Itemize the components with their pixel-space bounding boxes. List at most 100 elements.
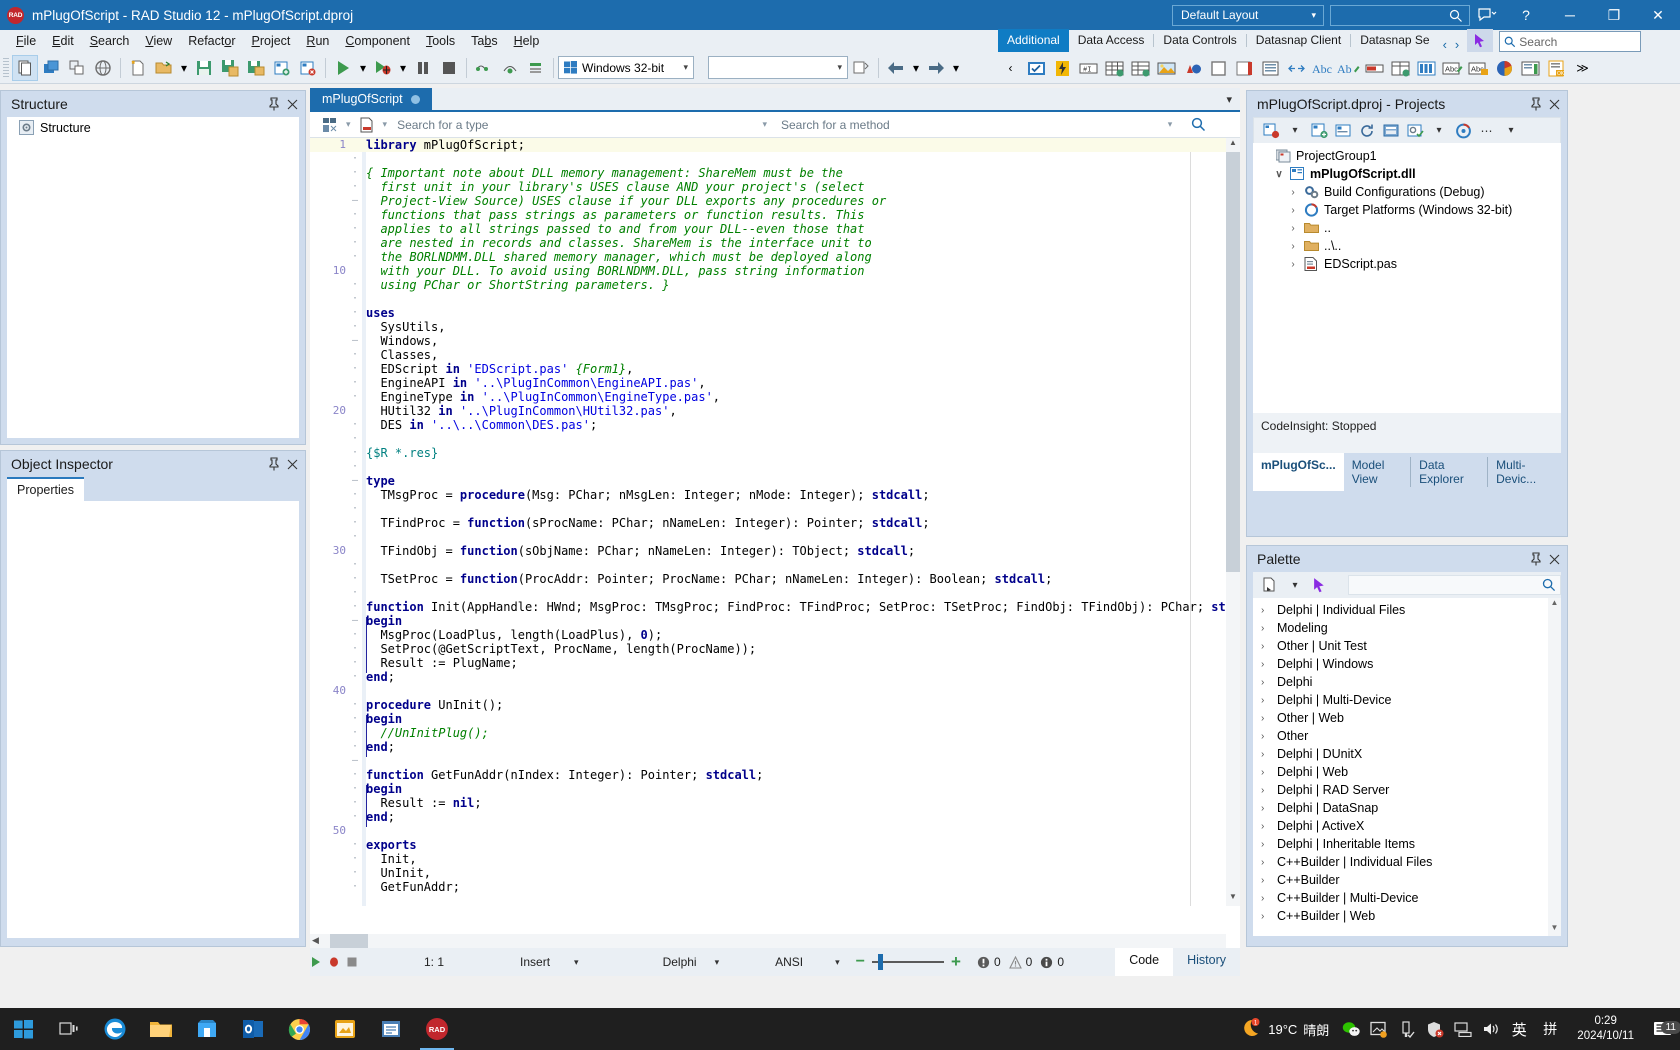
fold-marker[interactable]: ·: [350, 642, 360, 656]
tab-mplugofscript-project[interactable]: mPlugOfSc...: [1253, 453, 1344, 491]
fold-marker[interactable]: ·: [350, 348, 360, 362]
code-line[interactable]: · TFindProc = function(sProcName: PChar;…: [310, 516, 1240, 530]
browser-icon[interactable]: [90, 55, 116, 81]
hint-count-group[interactable]: 0: [1036, 955, 1068, 969]
chevron-right-icon[interactable]: ›: [1261, 641, 1271, 652]
chevron-down-icon[interactable]: ▾: [949, 55, 963, 81]
fold-marker[interactable]: ·: [350, 460, 360, 474]
new-file-icon[interactable]: [125, 55, 151, 81]
pin-icon[interactable]: [265, 454, 283, 474]
staticext-component-icon[interactable]: Abc: [1310, 56, 1335, 80]
fold-marker[interactable]: ·: [350, 838, 360, 852]
palette-category-item[interactable]: ›Delphi | Web: [1253, 763, 1561, 781]
code-line[interactable]: · first unit in your library's USES clau…: [310, 180, 1240, 194]
chevron-down-icon[interactable]: ▾: [344, 119, 353, 130]
buttongroup-component-icon[interactable]: OK: [1544, 56, 1569, 80]
close-button[interactable]: ✕: [1636, 0, 1680, 30]
security-tray-icon[interactable]: [1421, 1008, 1449, 1050]
fold-marker[interactable]: ·: [350, 866, 360, 880]
code-line[interactable]: · EDScript in 'EDScript.pas' {Form1},: [310, 362, 1240, 376]
fold-marker[interactable]: ·: [350, 306, 360, 320]
chevron-right-icon[interactable]: ›: [1287, 241, 1299, 252]
palette-category-item[interactable]: ›Delphi | ActiveX: [1253, 817, 1561, 835]
chevron-down-icon[interactable]: ▾: [760, 119, 769, 130]
menu-tabs[interactable]: Tabs: [463, 32, 505, 50]
fold-marker[interactable]: ·: [350, 558, 360, 572]
code-line[interactable]: ·procedure UnInit();: [310, 698, 1240, 712]
chevron-down-icon[interactable]: ▾: [1500, 120, 1522, 142]
feedback-icon[interactable]: [1470, 0, 1504, 30]
chevron-right-icon[interactable]: ›: [1287, 187, 1299, 198]
more-components-icon[interactable]: ≫: [1570, 56, 1595, 80]
fold-marker[interactable]: ·: [350, 698, 360, 712]
fold-marker[interactable]: ·: [350, 418, 360, 432]
taskbar-app-icon[interactable]: [322, 1008, 368, 1050]
chevron-down-icon[interactable]: ▾: [1284, 120, 1306, 142]
taskbar-chrome-icon[interactable]: [276, 1008, 322, 1050]
editor-vertical-scrollbar[interactable]: ▲ ▼: [1226, 138, 1240, 906]
platform-selector[interactable]: Windows 32-bit ▾: [558, 56, 694, 79]
chevron-right-icon[interactable]: ›: [1261, 803, 1271, 814]
menu-component[interactable]: Component: [337, 32, 418, 50]
chevron-down-icon[interactable]: ▾: [1428, 120, 1450, 142]
palette-filter-input[interactable]: [1348, 575, 1561, 595]
taskbar-editor-icon[interactable]: [368, 1008, 414, 1050]
target-platform-icon[interactable]: [1452, 120, 1474, 142]
code-line[interactable]: · Result := nil;: [310, 796, 1240, 810]
code-line[interactable]: 10 with your DLL. To avoid using BORLNDM…: [310, 264, 1240, 278]
editor-horizontal-scrollbar[interactable]: ◀: [310, 934, 1226, 948]
menu-search[interactable]: Search: [82, 32, 138, 50]
code-line[interactable]: ·: [310, 460, 1240, 474]
palette-tab-data-access[interactable]: Data Access: [1069, 29, 1154, 52]
project-tree-item[interactable]: ›EDScript.pas: [1253, 255, 1561, 273]
fold-marker[interactable]: ·: [350, 488, 360, 502]
search-icon[interactable]: [1188, 115, 1208, 135]
project-tree-item[interactable]: ›..\..: [1253, 237, 1561, 255]
project-tree-item[interactable]: ›..: [1253, 219, 1561, 237]
structure-root-item[interactable]: Structure: [7, 117, 299, 138]
fold-marker[interactable]: –: [350, 754, 360, 768]
code-line[interactable]: ·end;: [310, 740, 1240, 754]
code-line[interactable]: · Init,: [310, 852, 1240, 866]
projects-tree[interactable]: ProjectGroup1∨mPlugOfScript.dll›Build Co…: [1253, 143, 1561, 413]
palette-category-item[interactable]: ›Delphi | Windows: [1253, 655, 1561, 673]
fold-marker[interactable]: ·: [350, 152, 360, 166]
fold-marker[interactable]: ·: [350, 782, 360, 796]
ime-mode-indicator[interactable]: 拼: [1533, 1008, 1567, 1050]
chevron-down-icon[interactable]: ▾: [835, 957, 840, 968]
maskedit-component-icon[interactable]: #I: [1076, 56, 1101, 80]
fold-marker[interactable]: –: [350, 194, 360, 208]
fold-marker[interactable]: ·: [350, 516, 360, 530]
class-browser-icon[interactable]: [320, 115, 340, 135]
chevron-down-icon[interactable]: ▾: [1284, 574, 1306, 596]
chevron-right-icon[interactable]: ›: [1261, 677, 1271, 688]
palette-category-item[interactable]: ›Modeling: [1253, 619, 1561, 637]
code-line[interactable]: · EngineType in '..\PlugInCommon\EngineT…: [310, 390, 1240, 404]
tab-properties[interactable]: Properties: [7, 477, 84, 501]
code-line[interactable]: ·begin: [310, 712, 1240, 726]
code-line[interactable]: 1library mPlugOfScript;: [310, 138, 1240, 152]
object-inspector-grid[interactable]: [7, 501, 299, 938]
chevron-right-icon[interactable]: ›: [1287, 259, 1299, 270]
menu-refactor[interactable]: Refactor: [180, 32, 243, 50]
palette-tabs-prev-button[interactable]: ‹: [1439, 37, 1451, 52]
palette-search-input[interactable]: Search: [1499, 31, 1641, 52]
code-line[interactable]: ·function Init(AppHandle: HWnd; MsgProc:…: [310, 600, 1240, 614]
menu-project[interactable]: Project: [243, 32, 298, 50]
categorypanel-component-icon[interactable]: [1518, 56, 1543, 80]
code-line[interactable]: ·: [310, 432, 1240, 446]
fold-marker[interactable]: ·: [350, 656, 360, 670]
fold-marker[interactable]: ·: [350, 796, 360, 810]
code-line[interactable]: · TMsgProc = procedure(Msg: PChar; nMsgL…: [310, 488, 1240, 502]
type-search-input[interactable]: Search for a type: [397, 118, 488, 132]
usb-eject-tray-icon[interactable]: [1393, 1008, 1421, 1050]
drawgrid-component-icon[interactable]: [1128, 56, 1153, 80]
code-line[interactable]: ·: [310, 292, 1240, 306]
chevron-right-icon[interactable]: ›: [1261, 659, 1271, 670]
palette-tabs-next-button[interactable]: ›: [1451, 37, 1463, 52]
layout-selector[interactable]: Default Layout ▾: [1172, 5, 1324, 26]
fold-marker[interactable]: ·: [350, 530, 360, 544]
palette-category-item[interactable]: ›Other | Web: [1253, 709, 1561, 727]
code-line[interactable]: –type: [310, 474, 1240, 488]
menu-run[interactable]: Run: [298, 32, 337, 50]
